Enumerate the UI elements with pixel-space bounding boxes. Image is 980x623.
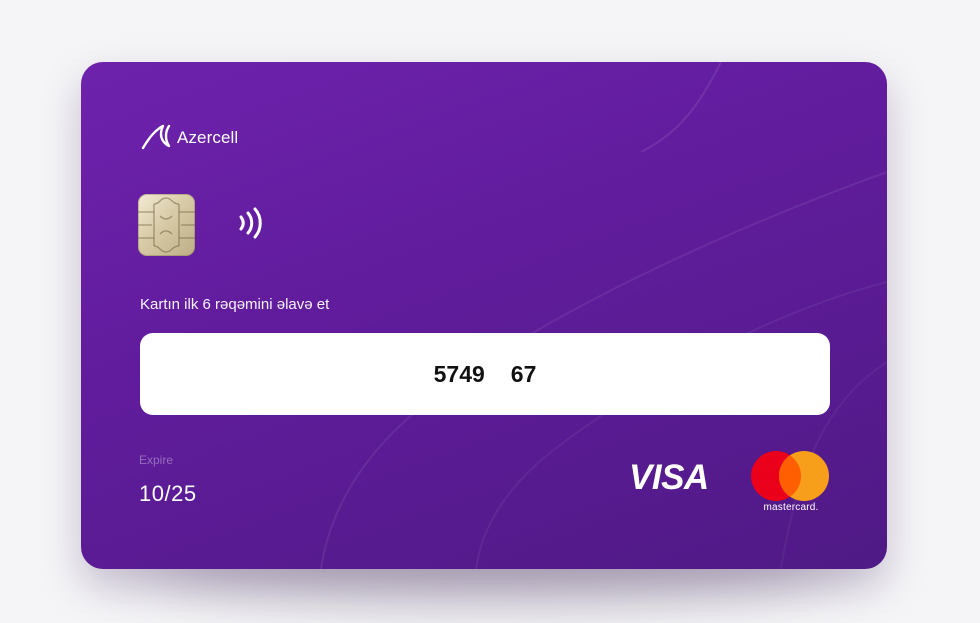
card-number-input[interactable]: 5749 67 xyxy=(140,333,830,415)
mastercard-logo-icon: mastercard. xyxy=(749,451,833,517)
card-number-part-1: 5749 xyxy=(433,360,485,387)
card-number-part-2: 67 xyxy=(510,360,537,387)
azercell-logo-icon xyxy=(141,124,171,150)
card-prefix-prompt: Kartın ilk 6 rəqəmini əlavə et xyxy=(140,296,330,313)
sim-chip-icon xyxy=(138,194,195,256)
brand-name: Azercell xyxy=(177,128,239,147)
expire-value: 10/25 xyxy=(139,481,197,506)
visa-logo: VISA xyxy=(629,458,709,497)
mastercard-overlap xyxy=(779,451,829,501)
contactless-icon xyxy=(237,206,265,245)
mastercard-wordmark: mastercard. xyxy=(763,502,819,513)
page: Azercell Kartın ilk 6 rəqəmini əlavə et … xyxy=(0,0,980,623)
payment-card: Azercell Kartın ilk 6 rəqəmini əlavə et … xyxy=(81,62,887,569)
expire-label: Expire xyxy=(139,453,174,467)
card-number-digits: 5749 67 xyxy=(434,361,537,388)
azercell-logo: Azercell xyxy=(139,124,238,150)
